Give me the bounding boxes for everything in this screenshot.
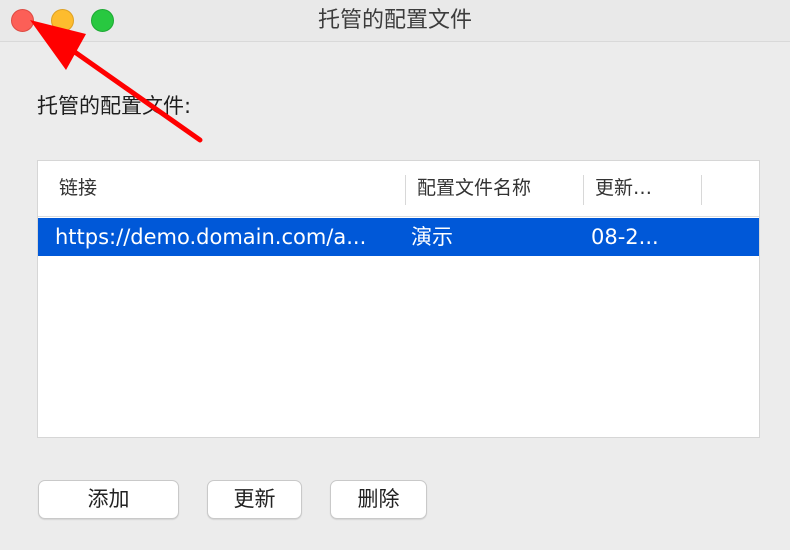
table-header: 链接 配置文件名称 更新… <box>38 161 759 217</box>
cell-link: https://demo.domain.com/a... <box>55 225 367 249</box>
column-divider[interactable] <box>583 175 584 205</box>
window: 托管的配置文件 托管的配置文件: 链接 配置文件名称 更新… https://d… <box>0 0 790 550</box>
delete-button[interactable]: 删除 <box>330 480 427 519</box>
add-button[interactable]: 添加 <box>38 480 179 519</box>
window-title: 托管的配置文件 <box>317 8 472 33</box>
column-divider[interactable] <box>701 175 702 205</box>
update-button[interactable]: 更新 <box>207 480 302 519</box>
cell-profile-name: 演示 <box>411 225 453 249</box>
column-header-link[interactable]: 链接 <box>59 161 97 216</box>
table-row[interactable]: https://demo.domain.com/a... 演示 08-2... <box>38 218 759 256</box>
column-header-profile-name[interactable]: 配置文件名称 <box>417 161 531 216</box>
titlebar: 托管的配置文件 <box>0 0 790 42</box>
column-header-updated[interactable]: 更新… <box>595 161 652 216</box>
profiles-table[interactable]: 链接 配置文件名称 更新… https://demo.domain.com/a.… <box>37 160 760 438</box>
cell-updated: 08-2... <box>591 225 659 249</box>
column-divider[interactable] <box>405 175 406 205</box>
section-heading: 托管的配置文件: <box>37 94 192 118</box>
